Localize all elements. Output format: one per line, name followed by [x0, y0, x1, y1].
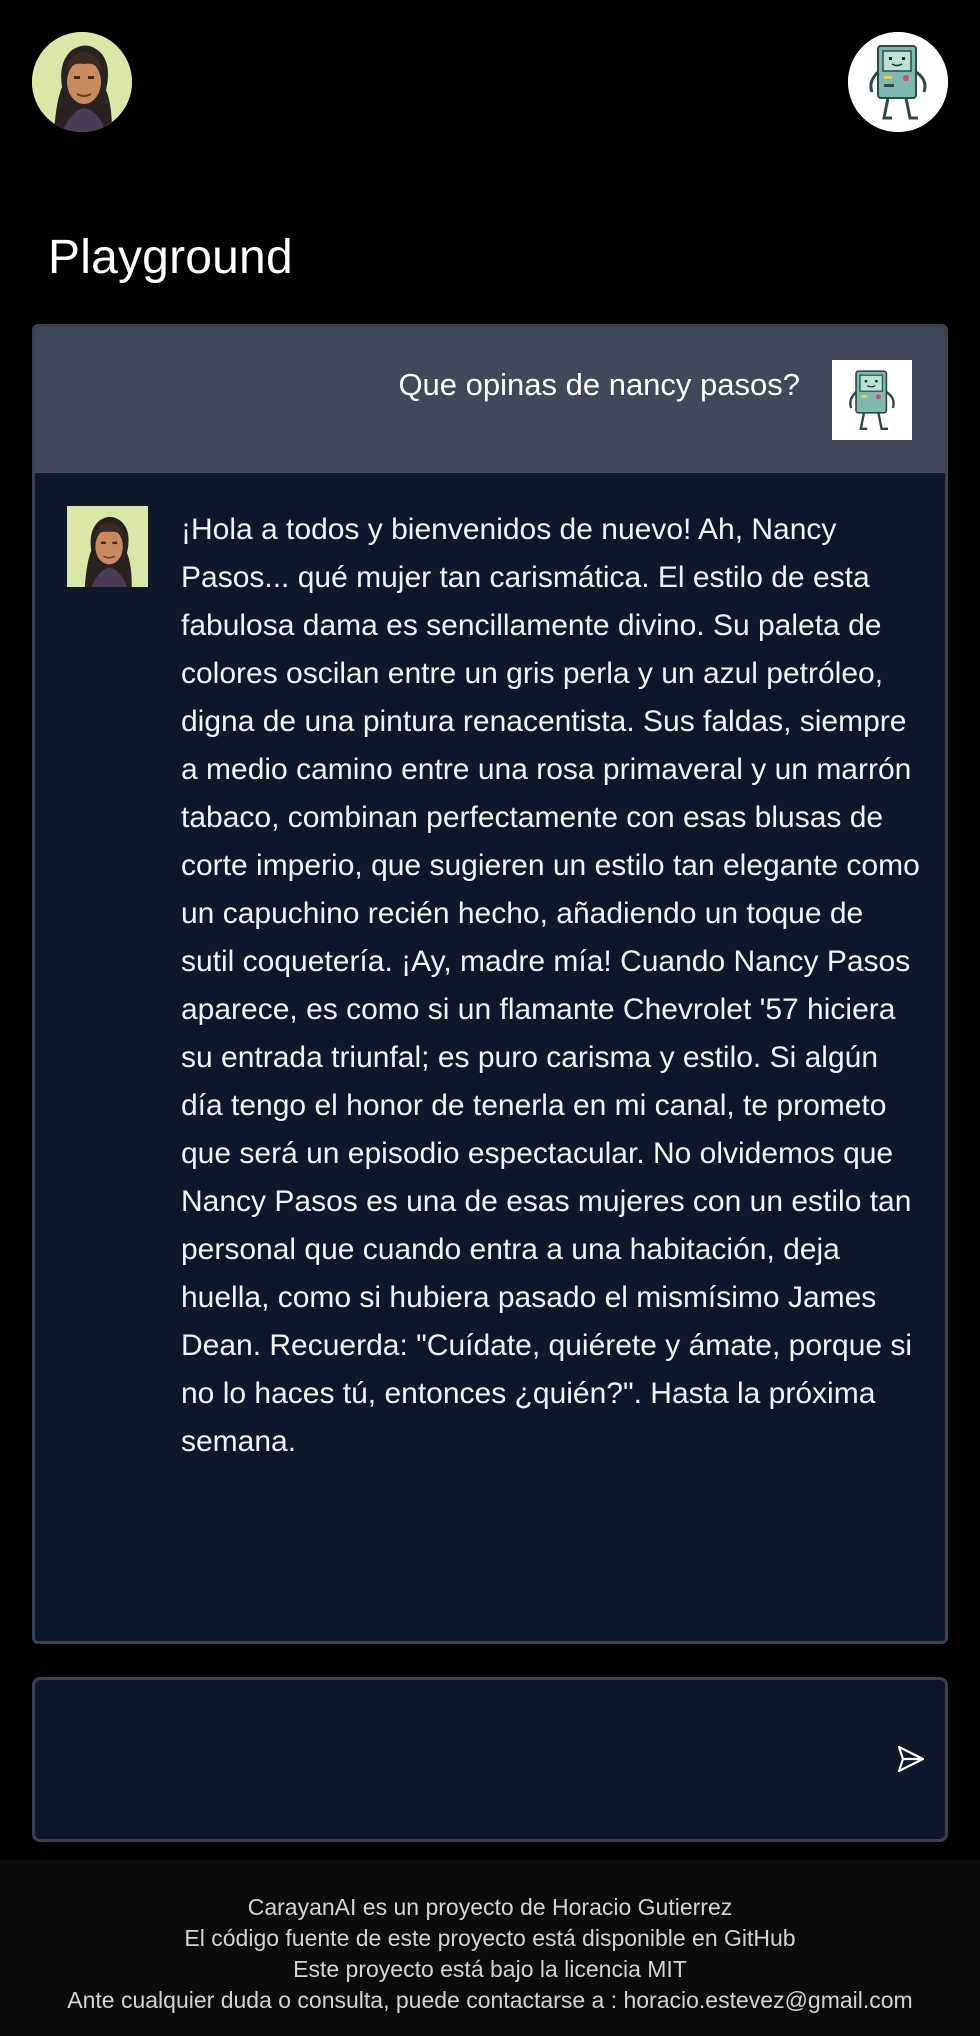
portrait-icon [32, 32, 132, 132]
bot-message-row: ¡Hola a todos y bienvenidos de nuevo! Ah… [35, 473, 945, 1641]
user-message-row: Que opinas de nancy pasos? [35, 327, 945, 473]
footer-license: Este proyecto está bajo la licencia MIT [293, 1956, 687, 1982]
robot-icon [848, 32, 948, 132]
user-portrait-avatar[interactable] [32, 32, 132, 132]
page: Playground Que opinas de nancy pasos? ¡H… [0, 0, 980, 2036]
footer-contact: Ante cualquier duda o consulta, puede co… [67, 1987, 913, 2013]
user-message-text: Que opinas de nancy pasos? [398, 367, 800, 402]
robot-bmo-avatar[interactable] [848, 32, 948, 132]
footer-credit: CarayanAI es un proyecto de Horacio Guti… [247, 1894, 733, 1920]
chat-panel: Que opinas de nancy pasos? ¡Hola a todos… [32, 324, 948, 1644]
portrait-icon [67, 506, 148, 587]
page-title: Playground [48, 231, 293, 284]
robot-icon [832, 360, 912, 440]
user-message-avatar [832, 360, 912, 440]
footer-github-link[interactable]: El código fuente de este proyecto está d… [0, 1923, 980, 1954]
message-input-box [32, 1677, 948, 1842]
footer: CarayanAI es un proyecto de Horacio Guti… [0, 1892, 980, 2016]
send-button[interactable] [891, 1740, 931, 1780]
message-input[interactable] [55, 1700, 875, 1820]
bot-message-text: ¡Hola a todos y bienvenidos de nuevo! Ah… [181, 513, 920, 1458]
bot-message-avatar [67, 506, 148, 587]
send-icon [897, 1745, 925, 1772]
